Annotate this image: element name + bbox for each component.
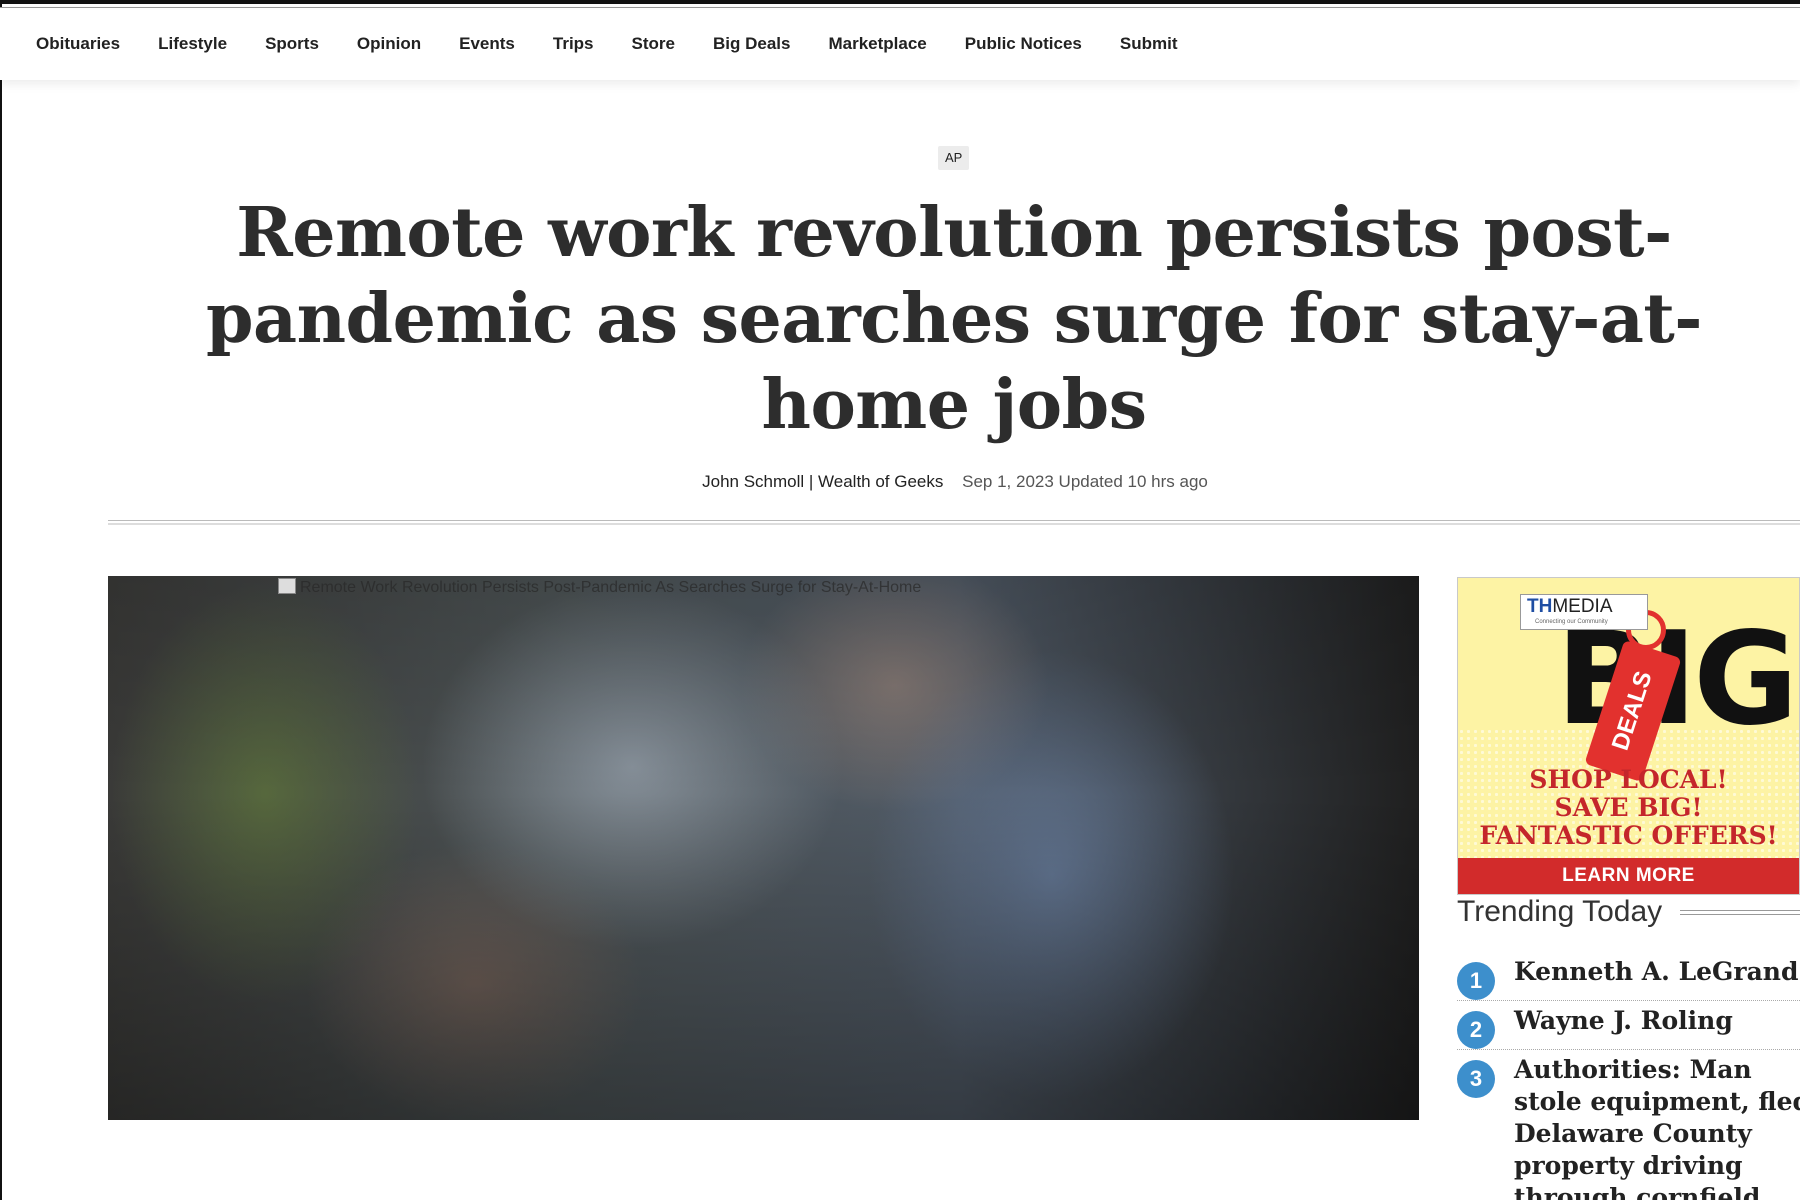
main-nav: Obituaries Lifestyle Sports Opinion Even… xyxy=(0,8,1800,80)
logo-th: TH xyxy=(1527,596,1553,617)
photo-alt-label: Remote Work Revolution Persists Post-Pan… xyxy=(300,579,922,596)
rank-badge: 3 xyxy=(1457,1060,1495,1098)
trending-item[interactable]: 1 Kenneth A. LeGrand xyxy=(1457,952,1800,1001)
logo-tagline: Connecting our Community xyxy=(1535,619,1608,625)
nav-sports[interactable]: Sports xyxy=(265,34,319,54)
author-name[interactable]: John Schmoll | Wealth of Geeks xyxy=(702,472,943,491)
nav-submit[interactable]: Submit xyxy=(1120,34,1178,54)
nav-opinion[interactable]: Opinion xyxy=(357,34,421,54)
trending-item-title[interactable]: Wayne J. Roling xyxy=(1514,1001,1800,1049)
ad-slogan-line: SHOP LOCAL! xyxy=(1529,765,1728,794)
logo-media: MEDIA xyxy=(1552,596,1613,617)
broken-image-icon xyxy=(278,578,296,594)
th-media-logo: THMEDIA Connecting our Community xyxy=(1520,594,1648,630)
nav-store[interactable]: Store xyxy=(632,34,675,54)
top-rule xyxy=(0,0,1800,8)
nav-obituaries[interactable]: Obituaries xyxy=(36,34,120,54)
nav-public-notices[interactable]: Public Notices xyxy=(965,34,1082,54)
photo-shade xyxy=(108,576,1419,1120)
headline-divider xyxy=(108,520,1800,525)
photo-alt-text: Remote Work Revolution Persists Post-Pan… xyxy=(278,578,921,597)
nav-lifestyle[interactable]: Lifestyle xyxy=(158,34,227,54)
trending-item[interactable]: 2 Wayne J. Roling xyxy=(1457,1001,1800,1050)
trending-item-title[interactable]: Authorities: Man stole equipment, fled D… xyxy=(1514,1050,1800,1200)
rank-badge: 1 xyxy=(1457,962,1495,1000)
deals-tag-label: DEALS xyxy=(1607,667,1658,754)
byline: John Schmoll | Wealth of Geeks Sep 1, 20… xyxy=(0,472,1800,492)
article-photo[interactable]: Remote Work Revolution Persists Post-Pan… xyxy=(108,576,1419,1120)
nav-big-deals[interactable]: Big Deals xyxy=(713,34,790,54)
ad-slogan-line: FANTASTIC OFFERS! xyxy=(1479,821,1778,850)
publish-date: Sep 1, 2023 Updated 10 hrs ago xyxy=(962,472,1208,491)
nav-marketplace[interactable]: Marketplace xyxy=(828,34,926,54)
trending-item-title[interactable]: Kenneth A. LeGrand xyxy=(1514,952,1800,1000)
article-headline: Remote work revolution persists post-pan… xyxy=(205,193,1703,445)
rank-badge: 2 xyxy=(1457,1011,1495,1049)
trending-rule xyxy=(1680,910,1800,915)
learn-more-button[interactable]: LEARN MORE xyxy=(1458,858,1799,894)
nav-events[interactable]: Events xyxy=(459,34,515,54)
nav-trips[interactable]: Trips xyxy=(553,34,594,54)
big-deals-ad[interactable]: BIG DEALS THMEDIA Connecting our Communi… xyxy=(1457,577,1800,895)
ad-slogan: SHOP LOCAL! SAVE BIG! FANTASTIC OFFERS! xyxy=(1458,766,1799,850)
source-badge[interactable]: AP xyxy=(938,146,970,170)
trending-heading: Trending Today xyxy=(1457,895,1663,928)
ad-big-text: BIG xyxy=(1556,605,1798,754)
trending-list: 1 Kenneth A. LeGrand 2 Wayne J. Roling 3… xyxy=(1457,952,1800,1200)
trending-item[interactable]: 3 Authorities: Man stole equipment, fled… xyxy=(1457,1050,1800,1200)
ad-slogan-line: SAVE BIG! xyxy=(1554,793,1703,822)
